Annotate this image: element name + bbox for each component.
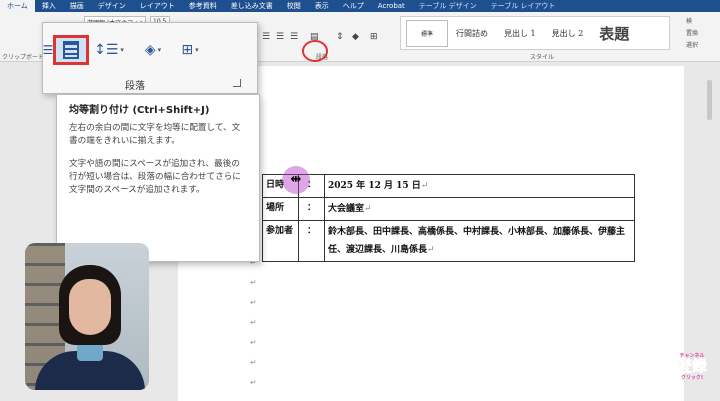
tab-mailings[interactable]: 差し込み文書	[224, 1, 280, 11]
tab-insert[interactable]: 挿入	[35, 1, 63, 11]
paragraph-mark: ↵	[250, 378, 257, 387]
paragraph-group-title: 段落	[125, 81, 145, 92]
paint-bucket-icon: ◈	[144, 42, 156, 58]
style-no-spacing[interactable]: 行間詰め	[448, 28, 496, 39]
tab-review[interactable]: 校閲	[280, 1, 308, 11]
style-heading-1[interactable]: 見出し 1	[496, 28, 544, 39]
tab-home[interactable]: ホーム	[0, 0, 35, 12]
ribbon-tab-bar: ホーム 挿入 描画 デザイン レイアウト 参考資料 差し込み文書 校閲 表示 ヘ…	[0, 0, 720, 12]
tooltip-text: 文字や語の間にスペースが追加され、最後の行が短い場合は、段落の幅に合わせてさらに…	[69, 159, 241, 195]
find-button[interactable]: 検	[686, 16, 692, 25]
borders-icon: ⊞	[181, 42, 194, 58]
table-row: 日時 ： 2025 年 12 月 15 日↵	[262, 174, 635, 198]
styles-group-label: スタイル	[530, 54, 555, 61]
paragraph-popup: ☰ ↕☰ ▾ ◈ ▾ ⊞ ▾ 段落	[42, 22, 258, 94]
vertical-scrollbar[interactable]	[707, 80, 712, 120]
line-spacing-button[interactable]: ↕☰ ▾	[93, 35, 125, 65]
distributed-align-icon	[63, 41, 79, 59]
chevron-down-icon: ▾	[120, 46, 124, 54]
presenter-webcam	[25, 243, 149, 390]
shading-button[interactable]: ◈ ▾	[137, 35, 169, 65]
table-cell-label[interactable]: 参加者	[262, 220, 299, 262]
table-cell-value[interactable]: 大会議室↵	[324, 197, 635, 221]
table-cell-value[interactable]: 鈴木部長、田中課長、高橋係長、中村課長、小林部長、加藤係長、伊藤主任、渡辺課長、…	[324, 220, 635, 262]
tooltip-text: 左右の余白の間に文字を均等に配置して、文書の端をきれいに揃えます。	[69, 123, 241, 146]
tab-help[interactable]: ヘルプ	[336, 1, 371, 11]
tab-draw[interactable]: 描画	[63, 1, 91, 11]
clipboard-group-label: クリップボード	[2, 54, 45, 61]
table-cell-colon[interactable]: ：	[298, 220, 325, 262]
chevron-down-icon: ▾	[157, 46, 162, 54]
dialog-launcher-icon[interactable]	[233, 79, 241, 87]
chevron-down-icon: ▾	[195, 46, 199, 54]
style-title[interactable]: 表題	[591, 23, 637, 44]
tooltip-title: 均等割り付け (Ctrl+Shift+J)	[69, 105, 210, 116]
info-table: 日時 ： 2025 年 12 月 15 日↵ 場所 ： 大会議室↵ 参加者 ： …	[262, 174, 635, 262]
table-row: 参加者 ： 鈴木部長、田中課長、高橋係長、中村課長、小林部長、加藤係長、伊藤主任…	[262, 220, 635, 262]
style-heading-2[interactable]: 見出し 2	[544, 28, 592, 39]
tab-design[interactable]: デザイン	[91, 1, 133, 11]
distributed-button[interactable]	[53, 35, 89, 65]
tab-table-layout[interactable]: テーブル レイアウト	[484, 1, 563, 11]
tab-view[interactable]: 表示	[308, 1, 336, 11]
tab-layout[interactable]: レイアウト	[133, 1, 182, 11]
tab-table-design[interactable]: テーブル デザイン	[412, 1, 484, 11]
table-cell-colon[interactable]: ：	[298, 197, 325, 221]
mouse-cursor-highlight: ⇹	[282, 166, 310, 194]
align-right-icon[interactable]: ☰	[43, 35, 54, 65]
borders-icon[interactable]: ⊞	[370, 32, 378, 42]
paragraph-mark: ↵	[250, 318, 257, 327]
table-cell-label[interactable]: 場所	[262, 197, 299, 221]
align-center-icon[interactable]: ☰	[276, 32, 284, 42]
borders-button[interactable]: ⊞ ▾	[175, 35, 205, 65]
select-button[interactable]: 選択	[686, 40, 698, 49]
replace-button[interactable]: 置換	[686, 28, 698, 37]
style-normal[interactable]: 標準	[406, 19, 449, 47]
subscribe-badge[interactable]: チャンネル 登録 クリック!	[672, 352, 712, 381]
paragraph-mark: ↵	[250, 298, 257, 307]
tooltip: 均等割り付け (Ctrl+Shift+J) 左右の余白の間に文字を均等に配置して…	[56, 94, 260, 262]
paragraph-mark: ↵	[250, 358, 257, 367]
subscribe-small-bottom: クリック!	[680, 375, 704, 381]
paragraph-mark: ↵	[250, 278, 257, 287]
presenter-face	[69, 279, 111, 335]
subscribe-text: 登録	[676, 357, 708, 375]
line-spacing-icon: ↕☰	[94, 42, 119, 58]
table-cell-value[interactable]: 2025 年 12 月 15 日↵	[324, 174, 635, 198]
align-left-icon[interactable]: ☰	[262, 32, 270, 42]
align-right-icon[interactable]: ☰	[290, 32, 298, 42]
styles-gallery: 標準 行間詰め 見出し 1 見出し 2 表題	[400, 16, 670, 50]
tab-references[interactable]: 参考資料	[182, 1, 224, 11]
line-spacing-icon[interactable]: ⇕	[336, 32, 344, 42]
shading-icon[interactable]: ◆	[352, 32, 359, 42]
tab-acrobat[interactable]: Acrobat	[371, 2, 412, 10]
table-row: 場所 ： 大会議室↵	[262, 197, 635, 221]
paragraph-mark: ↵	[250, 338, 257, 347]
highlight-circle	[302, 40, 328, 62]
